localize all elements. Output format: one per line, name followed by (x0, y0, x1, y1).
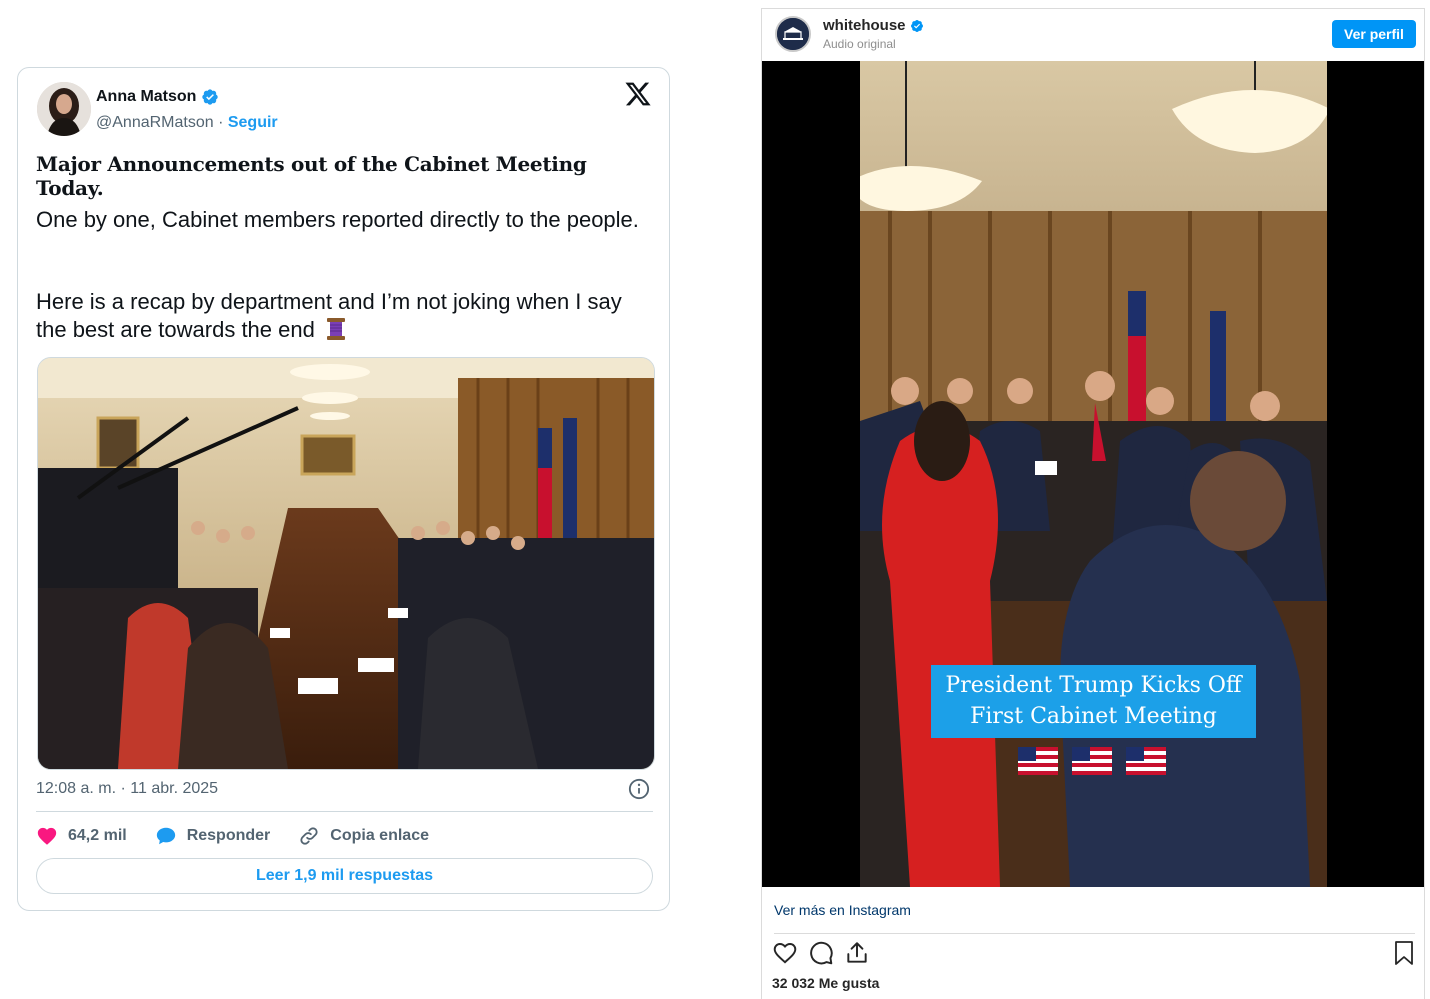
copy-link-label: Copia enlace (330, 827, 429, 844)
handle-separator: · (213, 114, 228, 131)
x-logo-icon[interactable] (624, 80, 652, 108)
instagram-card: whitehouse Audio original Ver perfil Pre… (761, 8, 1425, 999)
tweet-timestamp[interactable]: 12:08 a. m. · 11 abr. 2025 (36, 780, 218, 798)
ig-username[interactable]: whitehouse (823, 17, 906, 34)
ig-video-player[interactable]: President Trump Kicks Off First Cabinet … (762, 61, 1424, 887)
author-name[interactable]: Anna Matson (96, 88, 196, 106)
video-caption-banner: President Trump Kicks Off First Cabinet … (931, 665, 1256, 738)
author-handle[interactable]: @AnnaRMatson (96, 114, 214, 131)
video-caption-line-1: President Trump Kicks Off (945, 673, 1242, 698)
link-icon (300, 827, 318, 845)
share-icon[interactable] (844, 940, 870, 966)
like-button[interactable]: 64,2 mil (36, 825, 127, 847)
author-name-row[interactable]: Anna Matson (96, 88, 219, 106)
reply-bubble-icon (156, 827, 175, 845)
verified-badge-icon (202, 89, 219, 105)
author-handle-row: @AnnaRMatson · Seguir (96, 114, 278, 132)
copy-link-button[interactable]: Copia enlace (298, 825, 429, 847)
us-flag-icon (1018, 747, 1058, 775)
thread-spool-emoji-icon (326, 318, 345, 340)
ig-audio-label[interactable]: Audio original (823, 37, 896, 51)
us-flag-icon (1126, 747, 1166, 775)
ig-action-icons (772, 940, 870, 966)
tweet-paragraph-2-row: Here is a recap by department and I’m no… (36, 288, 651, 344)
tweet-photo-cabinet-meeting[interactable] (37, 357, 655, 770)
ig-like-count[interactable]: 32 032 Me gusta (772, 975, 879, 991)
ig-verified-badge-icon (910, 19, 923, 32)
flag-emojis (1018, 747, 1166, 775)
read-replies-button[interactable]: Leer 1,9 mil respuestas (36, 858, 653, 894)
follow-button[interactable]: Seguir (228, 114, 278, 131)
tweet-actions: 64,2 mil Responder Copia enlace (36, 824, 457, 848)
tweet-paragraph-1: One by one, Cabinet members reported dir… (36, 207, 639, 232)
like-count: 64,2 mil (68, 827, 127, 844)
ig-video-frame: President Trump Kicks Off First Cabinet … (860, 61, 1327, 887)
video-caption-line-2: First Cabinet Meeting (970, 704, 1217, 729)
view-profile-button[interactable]: Ver perfil (1332, 20, 1416, 48)
info-icon[interactable] (628, 778, 650, 800)
reply-button[interactable]: Responder (155, 825, 271, 847)
heart-icon (37, 827, 57, 845)
whitehouse-avatar[interactable] (775, 16, 811, 52)
bookmark-icon[interactable] (1392, 940, 1416, 966)
tweet-card: Anna Matson @AnnaRMatson · Seguir Major … (17, 67, 670, 911)
divider (774, 933, 1415, 934)
divider (36, 811, 653, 812)
comment-icon[interactable] (808, 940, 834, 966)
reply-label: Responder (186, 827, 271, 844)
view-more-on-instagram-link[interactable]: Ver más en Instagram (774, 902, 911, 918)
tweet-headline: Major Announcements out of the Cabinet M… (36, 152, 587, 200)
us-flag-icon (1072, 747, 1112, 775)
author-avatar[interactable] (37, 82, 91, 136)
ig-username-row[interactable]: whitehouse (823, 17, 924, 34)
heart-outline-icon[interactable] (772, 940, 798, 966)
